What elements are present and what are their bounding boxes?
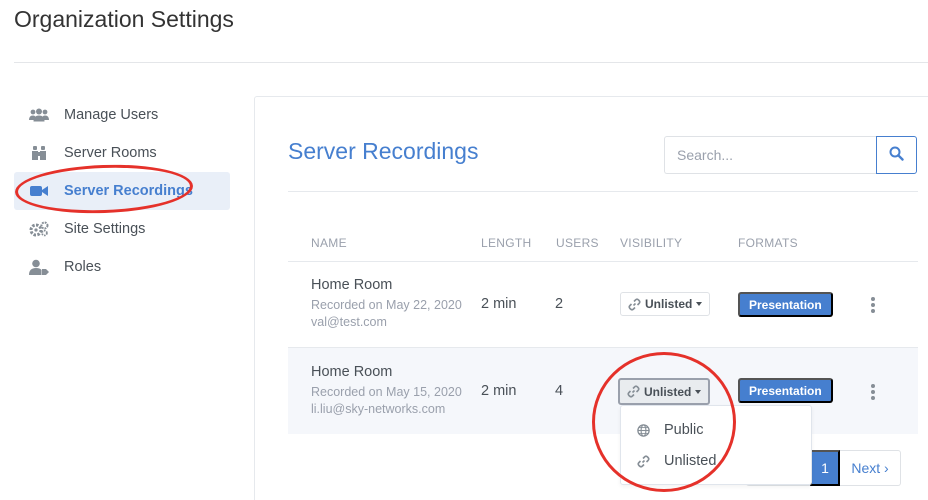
section-title: Server Recordings [288, 138, 479, 164]
settings-sidebar: Manage Users Server Rooms Server Recordi… [14, 96, 230, 286]
header-divider [14, 62, 928, 63]
sidebar-item-site-settings[interactable]: Site Settings [14, 210, 230, 248]
sidebar-item-label: Roles [64, 259, 102, 275]
visibility-option-public[interactable]: Public [637, 422, 704, 438]
row-options-icon[interactable] [868, 382, 878, 402]
sidebar-item-manage-users[interactable]: Manage Users [14, 96, 230, 134]
caret-down-icon [695, 389, 702, 394]
users-icon [28, 106, 50, 124]
page-title: Organization Settings [14, 6, 234, 32]
pagination-next[interactable]: Next › [840, 450, 901, 486]
recording-users: 2 [555, 296, 564, 312]
sidebar-item-label: Manage Users [64, 107, 159, 123]
column-header-length: LENGTH [481, 236, 532, 250]
row-options-icon[interactable] [868, 295, 878, 315]
globe-icon [637, 423, 651, 437]
presentation-format-button[interactable]: Presentation [738, 378, 833, 403]
sidebar-item-server-recordings[interactable]: Server Recordings [14, 172, 230, 210]
sidebar-item-label: Site Settings [64, 221, 146, 237]
user-tag-icon [28, 258, 50, 276]
search-input[interactable] [664, 136, 876, 174]
sidebar-item-server-rooms[interactable]: Server Rooms [14, 134, 230, 172]
link-icon [637, 454, 651, 468]
presentation-format-button[interactable]: Presentation [738, 292, 833, 317]
recording-owner-email: li.liu@sky-networks.com [311, 402, 446, 416]
caret-down-icon [696, 302, 703, 306]
table-row: Home Room Recorded on May 22, 2020 val@t… [288, 262, 918, 348]
search-group [664, 136, 917, 174]
gears-icon [28, 220, 50, 238]
column-header-users: USERS [556, 236, 599, 250]
recording-date: Recorded on May 22, 2020 [311, 298, 462, 312]
title-divider [288, 191, 918, 192]
binoculars-icon [28, 144, 50, 162]
table-row: Home Room Recorded on May 15, 2020 li.li… [288, 348, 918, 434]
search-button[interactable] [876, 136, 917, 174]
recording-length: 2 min [481, 296, 517, 312]
visibility-menu: Public Unlisted [620, 405, 812, 485]
recording-date: Recorded on May 15, 2020 [311, 385, 462, 399]
recording-length: 2 min [481, 383, 517, 399]
recording-name: Home Room [311, 277, 393, 293]
recording-users: 4 [555, 383, 564, 399]
sidebar-item-label: Server Recordings [64, 183, 193, 199]
recording-owner-email: val@test.com [311, 315, 387, 329]
pagination-page-1[interactable]: 1 [810, 450, 840, 486]
visibility-dropdown-button[interactable]: Unlisted [620, 292, 711, 316]
visibility-dropdown-button[interactable]: Unlisted [618, 378, 711, 405]
recording-info: Home Room Recorded on May 15, 2020 li.li… [311, 364, 462, 416]
recording-name: Home Room [311, 364, 393, 380]
recording-info: Home Room Recorded on May 22, 2020 val@t… [311, 277, 462, 329]
visibility-label: Unlisted [644, 384, 692, 399]
link-icon [628, 297, 641, 311]
column-header-formats: FORMATS [738, 236, 798, 250]
visibility-option-label: Public [664, 422, 704, 438]
sidebar-item-roles[interactable]: Roles [14, 248, 230, 286]
video-camera-icon [28, 182, 50, 200]
column-header-name: NAME [311, 236, 347, 250]
visibility-label: Unlisted [645, 297, 693, 311]
visibility-option-label: Unlisted [664, 453, 717, 469]
link-icon [627, 385, 640, 398]
visibility-option-unlisted[interactable]: Unlisted [637, 453, 716, 469]
search-icon [889, 146, 904, 164]
column-header-visibility: VISIBILITY [620, 236, 683, 250]
sidebar-item-label: Server Rooms [64, 145, 157, 161]
